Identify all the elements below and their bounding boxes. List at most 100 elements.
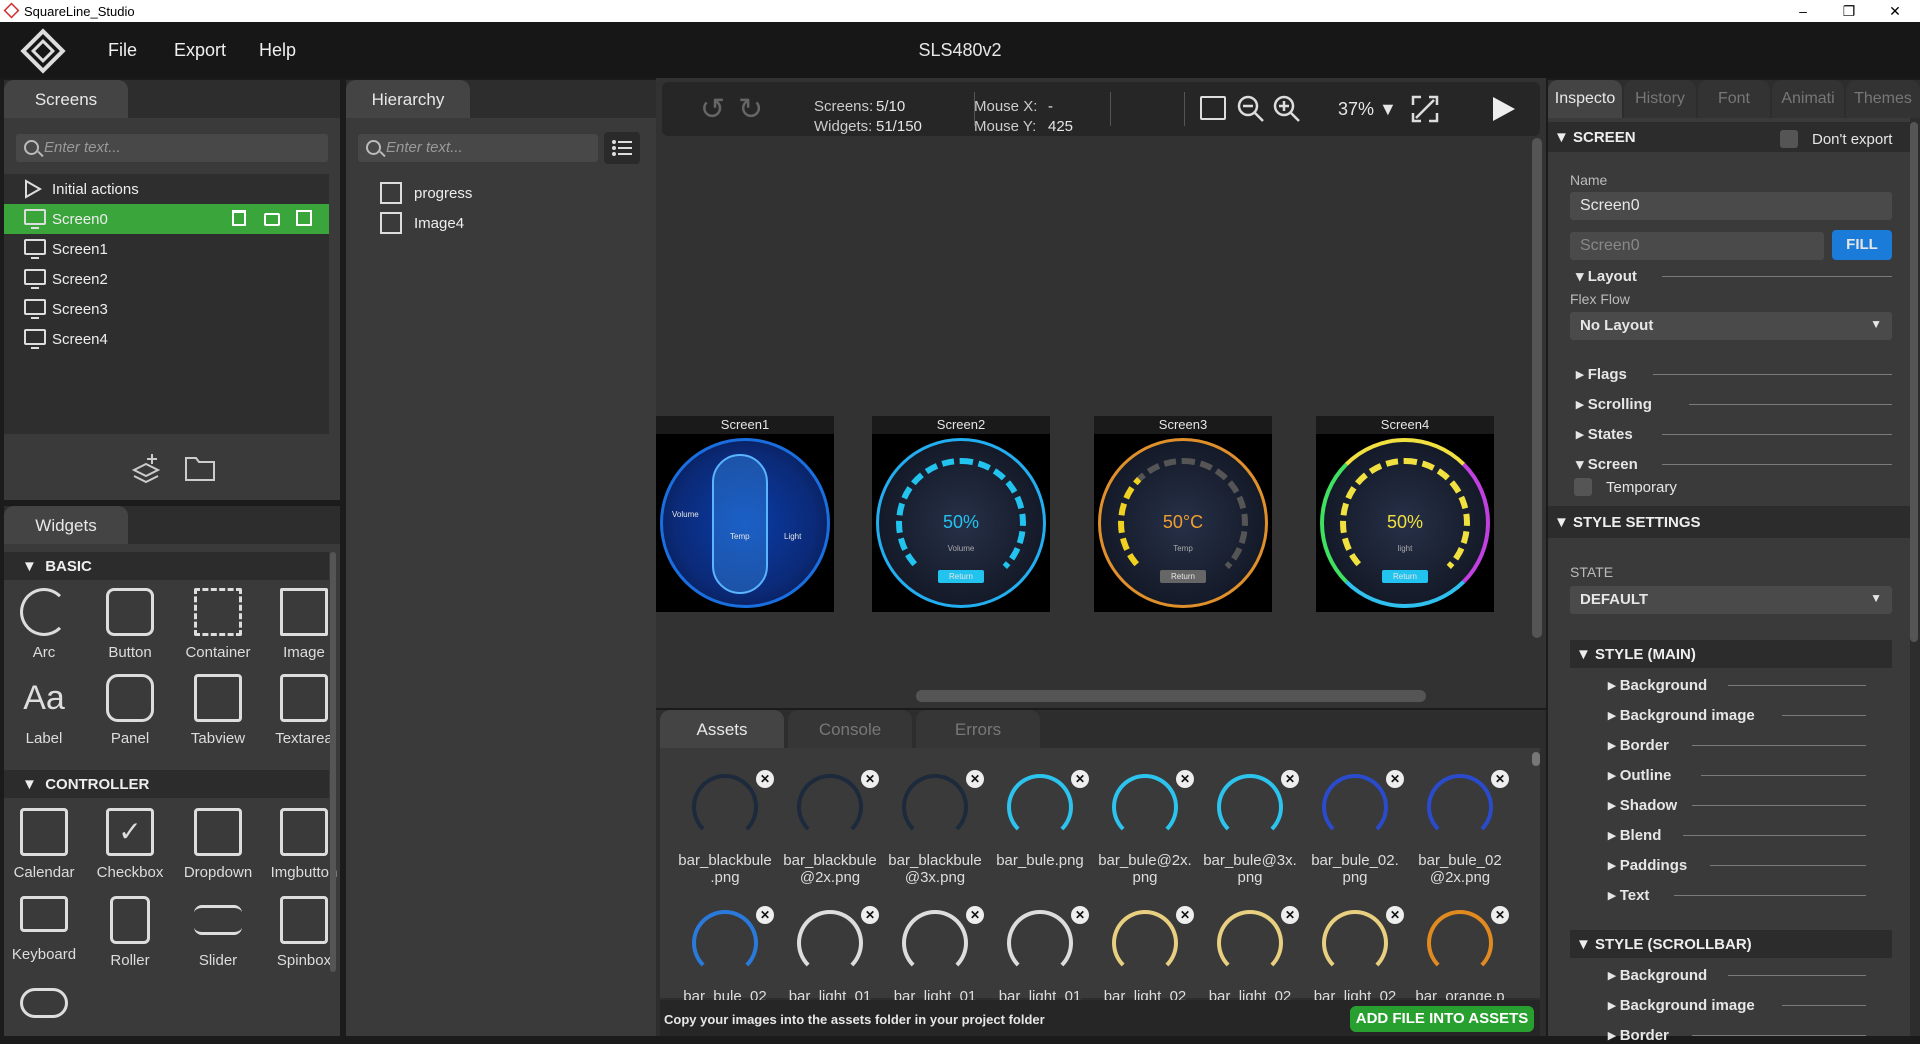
asset-item[interactable]: ✕ bar_light_01 [987,906,1093,1005]
screen-item-screen4[interactable]: Screen4 [4,324,329,354]
widget-tabview[interactable]: Tabview [174,674,262,747]
canvas-screen2[interactable]: Screen2 50% Volume Return [872,416,1050,612]
group-scrolling[interactable]: ▸ Scrolling [1576,395,1652,413]
widget-label[interactable]: Aa Label [0,674,88,747]
layout-group[interactable]: ▾ Layout [1576,267,1637,285]
restore-button[interactable]: ❐ [1826,0,1872,22]
zoom-in-icon[interactable] [1272,94,1302,124]
group-screen[interactable]: ▾ Screen [1576,455,1638,473]
asset-item[interactable]: ✕ bar_blackbule @2x.png [777,770,883,886]
list-view-button[interactable] [604,132,640,164]
fill-button[interactable]: FILL [1832,230,1892,260]
name-input[interactable]: Screen0 [1570,192,1892,220]
duplicate-icon[interactable] [296,210,312,226]
screen-item-screen2[interactable]: Screen2 [4,264,329,294]
style-item-1[interactable]: ▸ Background image [1608,706,1755,724]
assets-scrollbar[interactable] [1532,752,1540,766]
remove-asset-icon[interactable]: ✕ [861,906,879,924]
remove-asset-icon[interactable]: ✕ [966,906,984,924]
remove-asset-icon[interactable]: ✕ [1071,906,1089,924]
widget-roller[interactable]: Roller [86,896,174,969]
widget-checkbox[interactable]: ✓ Checkbox [86,808,174,881]
remove-asset-icon[interactable]: ✕ [1176,906,1194,924]
widget-container[interactable]: Container [174,588,262,661]
canvas-hscrollbar[interactable] [916,690,1426,702]
style-item-0[interactable]: ▸ Background [1608,676,1707,694]
play-icon[interactable] [1488,94,1518,124]
style-main-title[interactable]: ▼ STYLE (MAIN) [1576,646,1696,663]
section-basic-title[interactable]: ▼ BASIC [22,558,92,575]
widget-arc[interactable]: Arc [0,588,88,661]
screen-item-screen1[interactable]: Screen1 [4,234,329,264]
dont-export-checkbox[interactable] [1780,130,1798,148]
tab-animation[interactable]: Animati [1772,80,1844,118]
asset-item[interactable]: ✕ bar_bule@2x. png [1092,770,1198,886]
asset-item[interactable]: ✕ bar_bule.png [987,770,1093,869]
delete-icon[interactable] [232,210,246,226]
tab-errors[interactable]: Errors [916,710,1040,748]
style-item-5[interactable]: ▸ Blend [1608,826,1661,844]
widget-button[interactable]: Button [86,588,174,661]
canvas-screen3[interactable]: Screen3 50°C Temp Return [1094,416,1272,612]
hierarchy-item-progress[interactable]: progress [346,178,646,208]
asset-item[interactable]: ✕ bar_blackbule .png [672,770,778,886]
asset-item[interactable]: ✕ bar_light_01 [882,906,988,1005]
lock-icon[interactable] [264,213,280,226]
tab-history[interactable]: History [1624,80,1696,118]
remove-asset-icon[interactable]: ✕ [1386,770,1404,788]
screens-search-input[interactable]: Enter text... [16,134,328,162]
widget-dropdown[interactable]: Dropdown [174,808,262,881]
remove-asset-icon[interactable]: ✕ [1386,906,1404,924]
zoom-out-icon[interactable] [1236,94,1266,124]
style-item-6[interactable]: ▸ Paddings [1608,856,1687,874]
remove-asset-icon[interactable]: ✕ [966,770,984,788]
widget-panel[interactable]: Panel [86,674,174,747]
asset-item[interactable]: ✕ bar_light_02 [1092,906,1198,1005]
remove-asset-icon[interactable]: ✕ [1281,770,1299,788]
tab-assets[interactable]: Assets [660,710,784,748]
zoom-level[interactable]: 37% ▼ [1338,99,1397,120]
widgets-scrollbar[interactable] [330,552,336,972]
minimize-button[interactable]: – [1780,0,1826,22]
remove-asset-icon[interactable]: ✕ [756,906,774,924]
tab-widgets[interactable]: Widgets [4,506,128,544]
remove-asset-icon[interactable]: ✕ [861,770,879,788]
section-controller-title[interactable]: ▼ CONTROLLER [22,776,149,793]
asset-item[interactable]: ✕ bar_blackbule @3x.png [882,770,988,886]
widget-switch[interactable] [0,988,88,1026]
remove-asset-icon[interactable]: ✕ [1281,906,1299,924]
remove-asset-icon[interactable]: ✕ [1071,770,1089,788]
remove-asset-icon[interactable]: ✕ [1491,770,1509,788]
canvas-area[interactable]: ↺ ↻ Screens: 5/10 Widgets: 51/150 Mouse … [656,78,1546,708]
temporary-checkbox[interactable] [1574,478,1592,496]
canvas-screen4[interactable]: Screen4 50% light Return [1316,416,1494,612]
style-item-3[interactable]: ▸ Outline [1608,766,1671,784]
canvas-vscrollbar[interactable] [1532,138,1542,638]
state-dropdown[interactable]: DEFAULT ▼ [1570,586,1892,614]
scroll-item-2[interactable]: ▸ Border [1608,1026,1669,1044]
asset-item[interactable]: ✕ bar_light_02 [1197,906,1303,1005]
inspector-scrollbar[interactable] [1910,122,1918,642]
group-states[interactable]: ▸ States [1576,425,1633,443]
tab-screens[interactable]: Screens [4,80,128,118]
asset-item[interactable]: ✕ bar_light_01 [777,906,883,1005]
style-item-7[interactable]: ▸ Text [1608,886,1649,904]
tab-hierarchy[interactable]: Hierarchy [346,80,470,118]
fit-screen-icon[interactable] [1410,94,1440,124]
add-screen-icon[interactable] [130,452,162,484]
style-item-2[interactable]: ▸ Border [1608,736,1669,754]
folder-icon[interactable] [184,454,216,482]
remove-asset-icon[interactable]: ✕ [756,770,774,788]
name-fill-input[interactable]: Screen0 [1570,232,1824,260]
undo-icon[interactable]: ↺ [700,92,725,127]
style-settings-title[interactable]: ▼ STYLE SETTINGS [1554,514,1701,531]
canvas-screen1[interactable]: Screen1 Volume Temp Light [656,416,834,612]
group-flags[interactable]: ▸ Flags [1576,365,1627,383]
remove-asset-icon[interactable]: ✕ [1491,906,1509,924]
tab-inspector[interactable]: Inspecto [1548,80,1622,118]
widget-slider[interactable]: Slider [174,896,262,969]
screen-item-screen0[interactable]: Screen0 [4,204,329,234]
tab-console[interactable]: Console [788,710,912,748]
add-file-into-assets-button[interactable]: ADD FILE INTO ASSETS [1350,1006,1534,1032]
tab-themes[interactable]: Themes [1846,80,1920,118]
